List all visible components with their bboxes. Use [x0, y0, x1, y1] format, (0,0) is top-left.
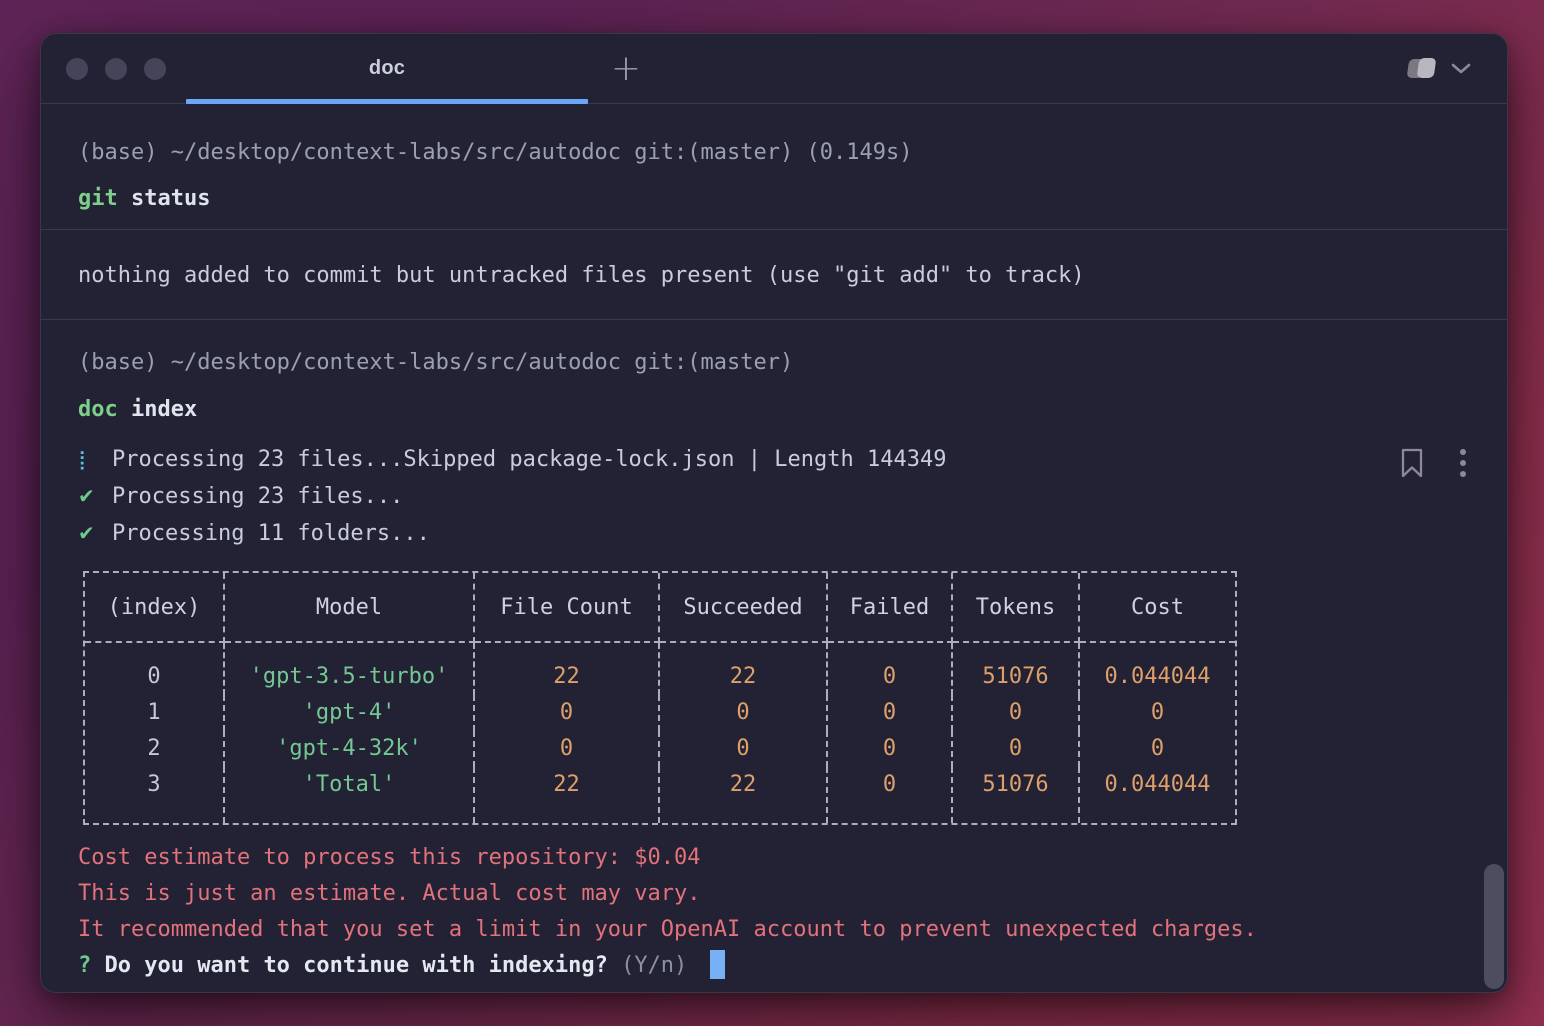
prompt-line-2: (base) ~/desktop/context-labs/src/autodo…: [78, 350, 794, 375]
table-header-cell: File Count: [475, 573, 660, 643]
command-line-1: git status: [78, 181, 1507, 217]
table-cell: 51076: [953, 767, 1080, 823]
prompt-line-1: (base) ~/desktop/context-labs/src/autodo…: [78, 140, 913, 165]
kebab-menu-icon[interactable]: [1459, 447, 1467, 479]
estimate-disclaimer-line: This is just an estimate. Actual cost ma…: [78, 881, 701, 906]
table-cell: 0: [828, 767, 953, 823]
table-cell: 2: [85, 731, 225, 767]
check-icon: ✔: [78, 521, 95, 545]
question-hint: (Y/n): [607, 953, 701, 978]
new-tab-button[interactable]: +: [604, 47, 648, 91]
window-layout-icon[interactable]: [1403, 55, 1439, 83]
progress-text: Processing 11 folders...: [112, 521, 430, 546]
table-row: 3 'Total' 22 22 0 51076 0.044044: [85, 767, 1235, 823]
limit-recommendation-line: It recommended that you set a limit in y…: [78, 917, 1257, 942]
table-row: 0 'gpt-3.5-turbo' 22 22 0 51076 0.044044: [85, 643, 1235, 695]
progress-text: Processing 23 files...Skipped package-lo…: [112, 447, 947, 472]
table-cell: 22: [475, 643, 660, 695]
table-cell: 3: [85, 767, 225, 823]
confirm-prompt-input[interactable]: ? Do you want to continue with indexing?…: [78, 948, 1507, 984]
progress-line: ✔ Processing 23 files...: [78, 478, 1507, 515]
table-cell: 0: [1150, 700, 1165, 725]
table-cell: 'Total': [225, 767, 475, 823]
progress-line: ⡇ Processing 23 files...Skipped package-l…: [78, 442, 1507, 478]
tab-title: doc: [368, 57, 406, 79]
table-cell: 0: [828, 695, 953, 731]
block-divider: [41, 319, 1507, 320]
table-row: 2 'gpt-4-32k' 0 0 0 0 0: [85, 731, 1235, 767]
table-header-cell: Model: [225, 573, 475, 643]
command-keyword: git: [78, 186, 118, 211]
progress-line: ✔ Processing 11 folders...: [78, 515, 1507, 552]
cost-estimate-line: Cost estimate to process this repository…: [78, 845, 701, 870]
plus-icon: +: [610, 47, 642, 89]
zoom-window-button[interactable]: [144, 57, 166, 80]
table-cell: 22: [475, 767, 660, 823]
table-row: 1 'gpt-4' 0 0 0 0 0: [85, 695, 1235, 731]
command-args: index: [131, 397, 198, 422]
bookmark-icon[interactable]: [1399, 447, 1425, 479]
spinner-icon: ⡇: [78, 449, 92, 471]
terminal-window: doc + (base) ~/desktop/context-labs/src/…: [40, 33, 1508, 993]
command-args: status: [131, 186, 211, 211]
table-cell: 0: [1150, 736, 1165, 761]
table-header-cell: (index): [85, 573, 225, 643]
progress-text: Processing 23 files...: [112, 484, 404, 509]
check-icon: ✔: [78, 484, 95, 508]
question-text: Do you want to continue with indexing?: [104, 953, 608, 978]
text-cursor: [709, 949, 725, 979]
table-cell: 0: [660, 695, 828, 731]
table-cell: 1: [85, 695, 225, 731]
table-cell: 0: [953, 731, 1080, 767]
command-line-2: doc index: [78, 392, 1507, 428]
tab-doc[interactable]: doc: [186, 34, 588, 104]
close-window-button[interactable]: [66, 57, 88, 80]
table-cell: 0: [475, 731, 660, 767]
cost-summary-table: (index) Model File Count Succeeded Faile…: [83, 571, 1237, 825]
terminal-content: (base) ~/desktop/context-labs/src/autodo…: [41, 135, 1507, 992]
table-cell: 0: [660, 731, 828, 767]
table-cell: 51076: [953, 643, 1080, 695]
chevron-down-icon[interactable]: [1451, 63, 1471, 75]
table-cell: 22: [660, 643, 828, 695]
table-header-cell: Cost: [1080, 573, 1235, 643]
tab-bar: doc +: [41, 34, 1507, 104]
question-mark: ?: [78, 953, 92, 978]
minimize-window-button[interactable]: [105, 57, 127, 80]
scrollbar-thumb[interactable]: [1484, 864, 1504, 989]
table-cell: 0: [475, 695, 660, 731]
table-header-cell: Tokens: [953, 573, 1080, 643]
table-cell: 0: [953, 695, 1080, 731]
table-cell: 0: [828, 731, 953, 767]
table-cell: 22: [660, 767, 828, 823]
table-cell: 0: [85, 643, 225, 695]
table-header-cell: Succeeded: [660, 573, 828, 643]
table-cell: 0.044044: [1104, 772, 1211, 797]
active-tab-indicator: [186, 99, 588, 104]
table-cell: 0.044044: [1104, 664, 1211, 689]
table-cell: 'gpt-4': [225, 695, 475, 731]
table-header-row: (index) Model File Count Succeeded Faile…: [85, 573, 1235, 643]
table-cell: 0: [828, 643, 953, 695]
block-divider: [41, 229, 1507, 230]
table-header-cell: Failed: [828, 573, 953, 643]
command-keyword: doc: [78, 397, 118, 422]
git-status-output: nothing added to commit but untracked fi…: [78, 263, 1085, 288]
table-cell: 'gpt-4-32k': [225, 731, 475, 767]
traffic-lights: [41, 57, 186, 80]
table-cell: 'gpt-3.5-turbo': [225, 643, 475, 695]
